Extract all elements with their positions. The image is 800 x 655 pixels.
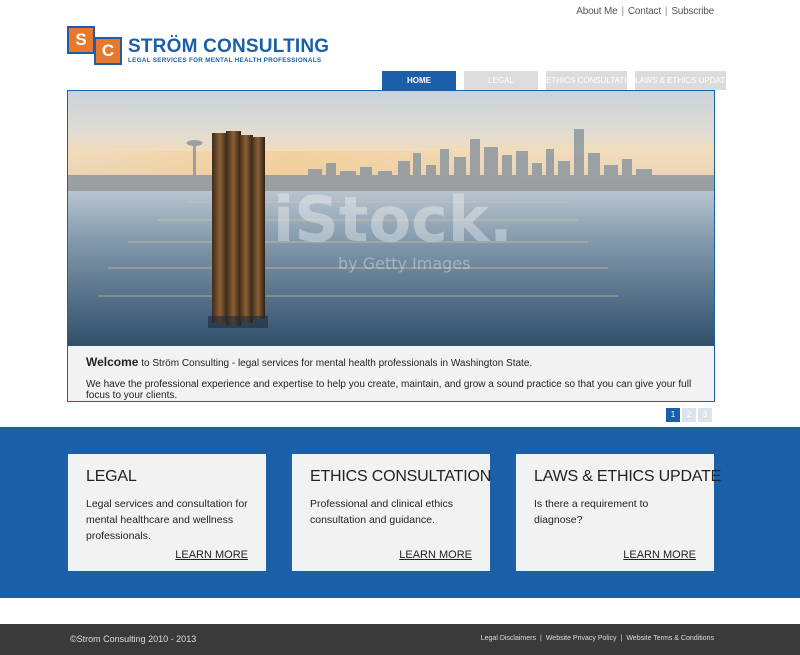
footer-links: Legal Disclaimers | Website Privacy Policy… bbox=[481, 635, 714, 642]
watermark-text: iStock. bbox=[273, 183, 513, 256]
hero-image: iStock. by Getty Images bbox=[68, 91, 714, 346]
card-title: ETHICS CONSULTATION bbox=[310, 468, 492, 485]
separator: | bbox=[664, 6, 668, 17]
tab-laws-ethics-update[interactable]: LAWS & ETHICS UPDATE bbox=[635, 71, 731, 90]
separator: | bbox=[620, 635, 623, 642]
about-me-link[interactable]: About Me bbox=[576, 6, 617, 17]
hero-caption: Welcome to Ström Consulting - legal serv… bbox=[68, 346, 714, 401]
logo-c-box: C bbox=[94, 37, 122, 65]
card-text: Is there a requirement to diagnose? bbox=[534, 498, 649, 526]
legal-disclaimers-link[interactable]: Legal Disclaimers bbox=[481, 635, 536, 642]
card-title: LEGAL bbox=[86, 468, 137, 485]
welcome-bold: Welcome bbox=[86, 355, 139, 369]
separator: | bbox=[621, 6, 624, 17]
tab-ethics-consultation[interactable]: ETHICS CONSULTATION bbox=[546, 71, 638, 90]
contact-link[interactable]: Contact bbox=[628, 6, 661, 17]
card-legal: LEGAL Legal services and consultation fo… bbox=[68, 454, 266, 571]
main-nav: HOME LEGAL ETHICS CONSULTATION LAWS & ET… bbox=[382, 71, 731, 90]
copyright: ©Strom Consulting 2010 - 2013 bbox=[70, 634, 197, 644]
card-laws-ethics-update: LAWS & ETHICS UPDATE Is there a requirem… bbox=[516, 454, 722, 571]
slide-1-button[interactable]: 1 bbox=[666, 408, 680, 422]
subscribe-link[interactable]: Subscribe bbox=[671, 6, 714, 17]
site-logo[interactable]: S C STRÖM CONSULTING LEGAL SERVICES FOR … bbox=[67, 26, 330, 70]
slide-2-button[interactable]: 2 bbox=[682, 408, 696, 422]
terms-conditions-link[interactable]: Website Terms & Conditions bbox=[626, 635, 714, 642]
learn-more-link[interactable]: LEARN MORE bbox=[175, 549, 248, 561]
tab-home[interactable]: HOME bbox=[382, 71, 456, 90]
hero-slider: iStock. by Getty Images Welcome to Ström… bbox=[67, 90, 715, 402]
logo-name: STRÖM CONSULTING bbox=[128, 36, 330, 57]
intro-line: We have the professional experience and … bbox=[86, 379, 692, 401]
card-text: Legal services and consultation for ment… bbox=[86, 498, 248, 542]
watermark-subtext: by Getty Images bbox=[338, 254, 471, 273]
separator: | bbox=[540, 635, 542, 642]
tab-legal[interactable]: LEGAL bbox=[464, 71, 538, 90]
logo-s-box: S bbox=[67, 26, 95, 54]
card-text: Professional and clinical ethics consult… bbox=[310, 498, 453, 526]
slide-3-button[interactable]: 3 bbox=[698, 408, 712, 422]
welcome-line: Welcome to Ström Consulting - legal serv… bbox=[86, 355, 696, 369]
privacy-policy-link[interactable]: Website Privacy Policy bbox=[546, 635, 617, 642]
logo-tagline: LEGAL SERVICES FOR MENTAL HEALTH PROFESS… bbox=[128, 57, 322, 64]
welcome-text: to Ström Consulting - legal services for… bbox=[138, 358, 533, 369]
utility-nav: About Me | Contact | Subscribe bbox=[576, 6, 714, 17]
footer: ©Strom Consulting 2010 - 2013 Legal Disc… bbox=[0, 624, 800, 655]
slider-pager: 1 2 3 bbox=[666, 408, 712, 422]
learn-more-link[interactable]: LEARN MORE bbox=[399, 549, 472, 561]
card-ethics-consultation: ETHICS CONSULTATION Professional and cli… bbox=[292, 454, 492, 571]
services-band: LEGAL Legal services and consultation fo… bbox=[0, 427, 800, 598]
card-title: LAWS & ETHICS UPDATE bbox=[534, 468, 722, 485]
learn-more-link[interactable]: LEARN MORE bbox=[623, 549, 696, 561]
